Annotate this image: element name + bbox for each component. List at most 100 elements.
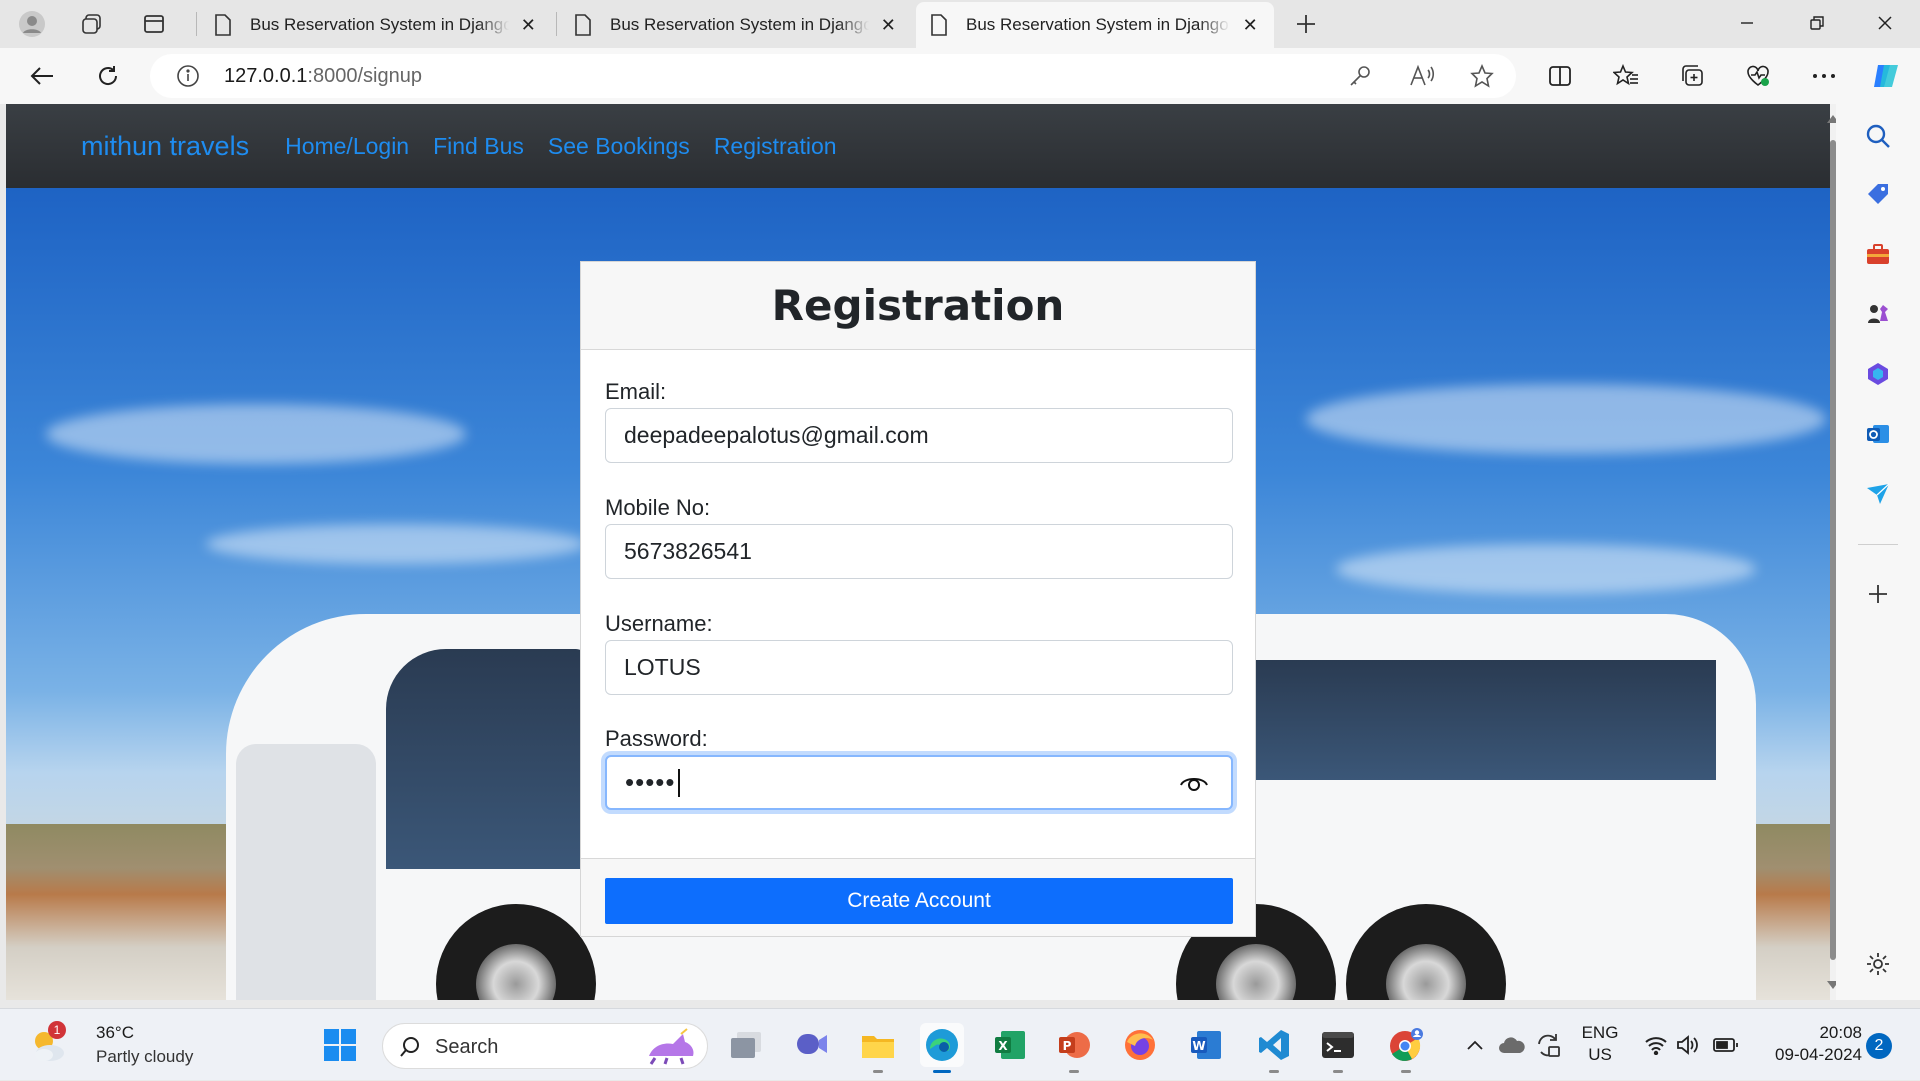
close-tab-icon[interactable]: ✕ bbox=[879, 15, 898, 36]
bus-window bbox=[1256, 660, 1716, 780]
mobile-field[interactable]: 5673826541 bbox=[605, 524, 1233, 579]
profile-icon[interactable] bbox=[14, 8, 50, 40]
browser-tab-strip: Bus Reservation System in Django ✕ Bus R… bbox=[0, 0, 1920, 48]
sidebar-m365-icon[interactable] bbox=[1864, 360, 1892, 388]
sidebar-add-icon[interactable] bbox=[1864, 580, 1892, 608]
volume-icon[interactable] bbox=[1672, 1023, 1704, 1067]
bus-window bbox=[386, 649, 586, 869]
workspaces-icon[interactable] bbox=[74, 8, 110, 40]
copilot-icon[interactable] bbox=[1866, 58, 1906, 94]
nav-link-find-bus[interactable]: Find Bus bbox=[433, 133, 524, 160]
browser-essentials-icon[interactable] bbox=[1738, 58, 1778, 94]
nav-link-home-login[interactable]: Home/Login bbox=[285, 133, 409, 160]
page-icon bbox=[575, 14, 591, 36]
page-icon bbox=[931, 14, 947, 36]
email-label: Email: bbox=[605, 379, 667, 404]
create-account-button[interactable]: Create Account bbox=[605, 878, 1233, 924]
clock[interactable]: 20:08 09-04-2024 bbox=[1756, 1023, 1862, 1065]
start-windows-icon[interactable] bbox=[318, 1023, 362, 1067]
tab-1[interactable]: Bus Reservation System in Django ✕ bbox=[200, 2, 552, 48]
split-screen-icon[interactable] bbox=[1540, 58, 1580, 94]
email-field[interactable]: deepadeepalotus@gmail.com bbox=[605, 408, 1233, 463]
powerpoint-icon[interactable]: P bbox=[1052, 1023, 1096, 1073]
sidebar-drop-icon[interactable] bbox=[1864, 480, 1892, 508]
cloud bbox=[206, 524, 586, 564]
tab-title: Bus Reservation System in Django bbox=[610, 15, 869, 34]
edge-browser-icon[interactable] bbox=[920, 1023, 964, 1073]
language-indicator[interactable]: ENG US bbox=[1572, 1023, 1628, 1065]
close-window-icon[interactable] bbox=[1850, 0, 1920, 46]
vertical-tabs-icon[interactable] bbox=[136, 8, 172, 40]
svg-text:X: X bbox=[998, 1039, 1008, 1053]
onedrive-cloud-icon[interactable] bbox=[1496, 1023, 1528, 1067]
sidebar-tools-icon[interactable] bbox=[1864, 240, 1892, 268]
cloud bbox=[1336, 544, 1756, 594]
wifi-icon[interactable] bbox=[1640, 1023, 1672, 1067]
chrome-icon[interactable] bbox=[1384, 1023, 1428, 1073]
new-tab-icon[interactable] bbox=[1288, 8, 1324, 40]
windows-taskbar: 1 36°C Partly cloudy Search X P W ENG US… bbox=[0, 1008, 1920, 1080]
text-caret bbox=[677, 768, 680, 797]
tab-2[interactable]: Bus Reservation System in Django ✕ bbox=[560, 2, 912, 48]
more-menu-icon[interactable] bbox=[1804, 58, 1844, 94]
sidebar-shopping-tag-icon[interactable] bbox=[1864, 180, 1892, 208]
language-code: ENG bbox=[1581, 1023, 1619, 1042]
site-navbar: mithun travels Home/Login Find Bus See B… bbox=[6, 104, 1830, 188]
taskbar-search-field[interactable]: Search bbox=[382, 1023, 708, 1069]
read-aloud-icon[interactable] bbox=[1408, 62, 1436, 90]
url-field[interactable]: 127.0.0.1:8000/signup bbox=[150, 54, 1516, 98]
battery-icon[interactable] bbox=[1710, 1023, 1742, 1067]
excel-icon[interactable]: X bbox=[988, 1023, 1032, 1067]
firefox-icon[interactable] bbox=[1118, 1023, 1162, 1067]
password-value: ••••• bbox=[625, 767, 676, 797]
collections-icon[interactable] bbox=[1672, 58, 1712, 94]
url-host: 127.0.0.1 bbox=[224, 65, 308, 87]
password-key-icon[interactable] bbox=[1346, 62, 1374, 90]
sidebar-search-icon[interactable] bbox=[1864, 122, 1892, 150]
mobile-label: Mobile No: bbox=[605, 495, 711, 520]
weather-temperature: 36°C bbox=[96, 1023, 134, 1042]
close-tab-icon[interactable]: ✕ bbox=[1240, 15, 1260, 36]
running-indicator bbox=[1269, 1070, 1279, 1073]
search-highlight-unicorn-icon bbox=[649, 1028, 694, 1065]
meet-chat-icon[interactable] bbox=[790, 1023, 834, 1067]
sidebar-settings-gear-icon[interactable] bbox=[1864, 950, 1892, 978]
weather-widget[interactable]: 1 36°C Partly cloudy bbox=[20, 1009, 210, 1081]
close-tab-icon[interactable]: ✕ bbox=[519, 15, 538, 36]
nav-link-see-bookings[interactable]: See Bookings bbox=[548, 133, 690, 160]
tab-title: Bus Reservation System in Django bbox=[966, 15, 1229, 34]
running-indicator bbox=[1333, 1070, 1343, 1073]
username-label: Username: bbox=[605, 611, 713, 636]
notification-badge[interactable]: 2 bbox=[1866, 1033, 1892, 1059]
show-password-eye-icon[interactable] bbox=[1179, 771, 1209, 795]
favorite-star-icon[interactable] bbox=[1468, 62, 1496, 90]
running-indicator bbox=[873, 1070, 883, 1073]
sidebar-games-icon[interactable] bbox=[1864, 300, 1892, 328]
sync-status-icon[interactable] bbox=[1532, 1023, 1564, 1067]
favorites-icon[interactable] bbox=[1606, 58, 1646, 94]
username-field[interactable]: LOTUS bbox=[605, 640, 1233, 695]
task-view-icon[interactable] bbox=[724, 1023, 768, 1067]
username-value: LOTUS bbox=[624, 654, 701, 680]
clock-time: 20:08 bbox=[1819, 1023, 1862, 1042]
bus-door bbox=[236, 744, 376, 1000]
brand-link[interactable]: mithun travels bbox=[81, 131, 249, 162]
site-info-icon[interactable] bbox=[174, 62, 202, 90]
show-hidden-icons-chevron-icon[interactable] bbox=[1462, 1023, 1488, 1067]
terminal-icon[interactable] bbox=[1316, 1023, 1360, 1073]
tab-3-active[interactable]: Bus Reservation System in Django ✕ bbox=[916, 2, 1274, 48]
minimize-icon[interactable] bbox=[1712, 0, 1782, 46]
vscode-icon[interactable] bbox=[1252, 1023, 1296, 1073]
word-icon[interactable]: W bbox=[1184, 1023, 1228, 1067]
card-header: Registration bbox=[581, 262, 1255, 350]
refresh-icon[interactable] bbox=[88, 58, 128, 94]
mobile-value: 5673826541 bbox=[624, 538, 752, 564]
password-field[interactable]: ••••• bbox=[605, 755, 1233, 810]
cloud bbox=[1306, 384, 1826, 454]
email-value: deepadeepalotus@gmail.com bbox=[624, 422, 929, 448]
file-explorer-icon[interactable] bbox=[856, 1023, 900, 1073]
nav-link-registration[interactable]: Registration bbox=[714, 133, 837, 160]
restore-icon[interactable] bbox=[1782, 0, 1852, 46]
sidebar-outlook-icon[interactable] bbox=[1864, 420, 1892, 448]
back-arrow-icon[interactable] bbox=[22, 58, 62, 94]
